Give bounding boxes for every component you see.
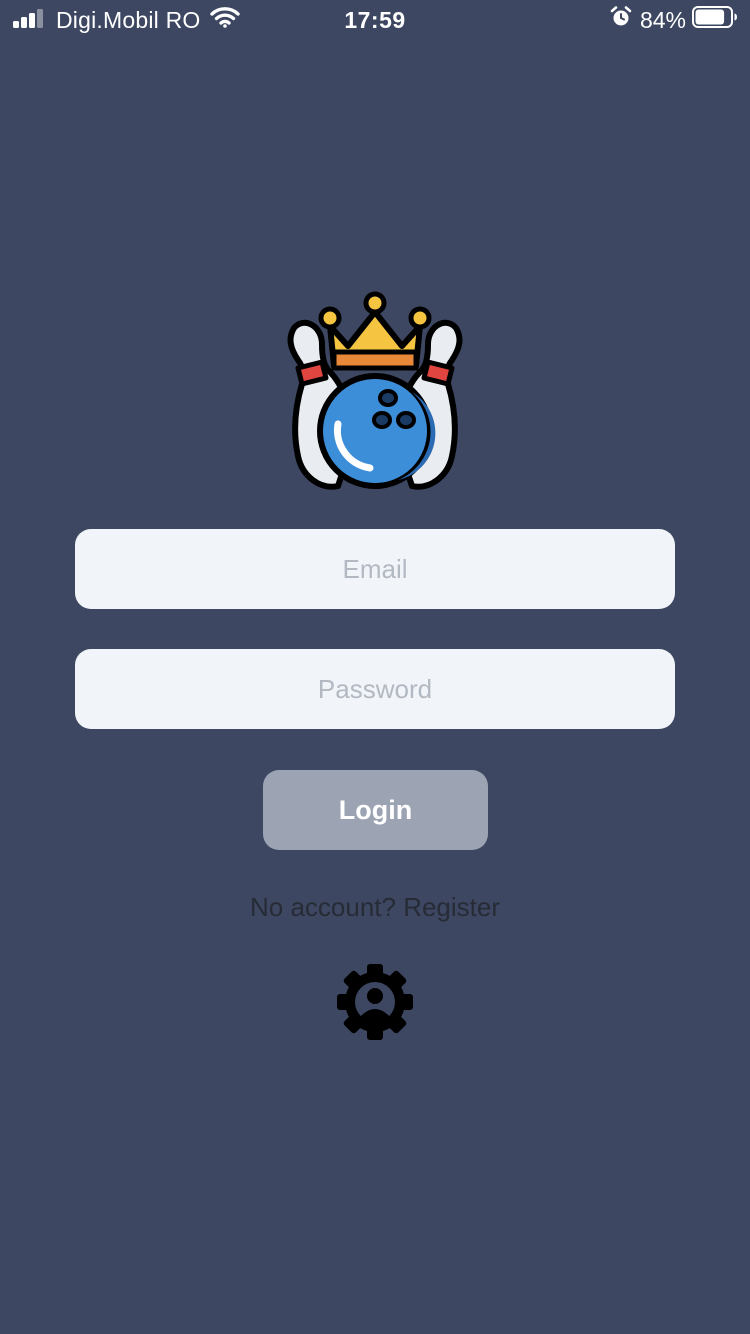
password-field[interactable] — [75, 649, 675, 729]
login-button[interactable]: Login — [263, 770, 488, 850]
gear-icon — [335, 962, 415, 1047]
register-link[interactable]: No account? Register — [0, 890, 750, 924]
battery-icon — [692, 6, 738, 34]
status-bar: Digi.Mobil RO 17:59 84% — [0, 0, 750, 40]
battery-percent: 84% — [639, 6, 686, 33]
bowling-crown-logo-icon — [272, 288, 478, 494]
alarm-icon — [610, 6, 632, 34]
email-field[interactable] — [75, 529, 675, 609]
settings-button[interactable] — [333, 962, 417, 1046]
status-bar-right: 84% — [610, 6, 738, 34]
login-button-label: Login — [338, 794, 413, 825]
